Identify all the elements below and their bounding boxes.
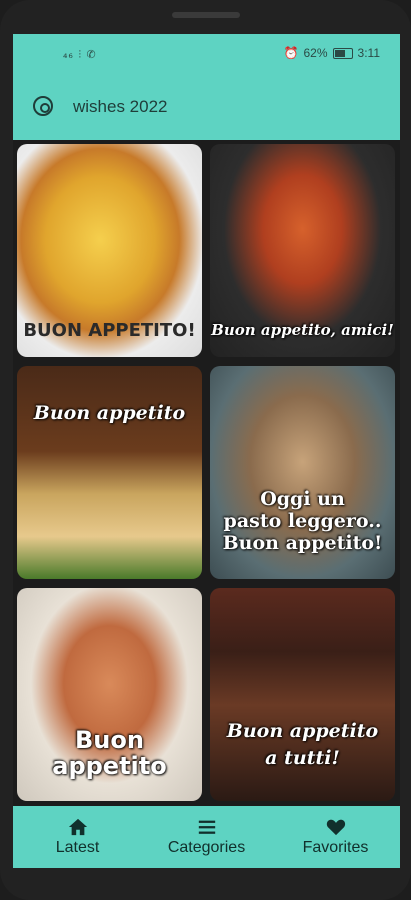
alarm-icon: ⏰ [283, 46, 299, 60]
bottom-navigation: Latest Categories Favorites [13, 806, 400, 868]
image-tile-3[interactable]: Buon appetito [17, 366, 202, 579]
settings-icon[interactable] [33, 96, 53, 116]
app-bar: wishes 2022 [13, 72, 400, 140]
nav-label: Latest [55, 839, 100, 856]
image-grid: BUON APPETITO! Buon appetito, amici! Buo… [13, 140, 400, 810]
home-icon [68, 818, 87, 836]
signal-indicators: ₄₆ ⫶ ✆ [63, 48, 97, 61]
status-right: ⏰ 62% 3:11 [284, 46, 380, 60]
status-bar: ₄₆ ⫶ ✆ ⏰ 62% 3:11 [13, 34, 400, 72]
tile-caption: Buon appetito [33, 402, 186, 424]
menu-icon [198, 820, 215, 834]
tile-caption: Buon appetito [17, 727, 202, 779]
speaker-grille [172, 12, 240, 18]
tile-caption-line: appetito [52, 752, 167, 780]
image-tile-2[interactable]: Buon appetito, amici! [210, 144, 395, 357]
tile-caption-line: Buon [75, 726, 144, 754]
tile-caption-line: Buon appetito! [222, 532, 383, 554]
app-title: wishes 2022 [73, 97, 168, 116]
image-tile-1[interactable]: BUON APPETITO! [17, 144, 202, 357]
image-tile-5[interactable]: Buon appetito [17, 588, 202, 801]
nav-categories[interactable]: Categories [142, 806, 271, 868]
nav-latest[interactable]: Latest [13, 806, 142, 868]
screen: ₄₆ ⫶ ✆ ⏰ 62% 3:11 wishes 2022 BUON APPET… [13, 34, 400, 868]
nav-favorites[interactable]: Favorites [271, 806, 400, 868]
nav-label: Favorites [302, 839, 369, 856]
clock: 3:11 [357, 46, 380, 60]
tile-caption-line: Buon appetito [226, 720, 379, 742]
tile-caption: Oggi un pasto leggero.. Buon appetito! [210, 488, 395, 554]
phone-frame: ₄₆ ⫶ ✆ ⏰ 62% 3:11 wishes 2022 BUON APPET… [0, 0, 411, 900]
tile-caption-line: Oggi un [260, 488, 345, 510]
image-tile-4[interactable]: Oggi un pasto leggero.. Buon appetito! [210, 366, 395, 579]
heart-icon [326, 819, 345, 836]
nav-label: Categories [167, 839, 246, 856]
tile-caption: BUON APPETITO! [23, 320, 196, 341]
image-tile-6[interactable]: Buon appetito a tutti! [210, 588, 395, 801]
battery-percent: 62% [303, 46, 328, 60]
tile-caption-line: a tutti! [265, 747, 340, 769]
tile-caption: Buon appetito a tutti! [210, 718, 395, 772]
tile-caption-line: pasto leggero.. [223, 510, 382, 532]
battery-icon [332, 47, 353, 59]
tile-caption: Buon appetito, amici! [211, 321, 394, 339]
